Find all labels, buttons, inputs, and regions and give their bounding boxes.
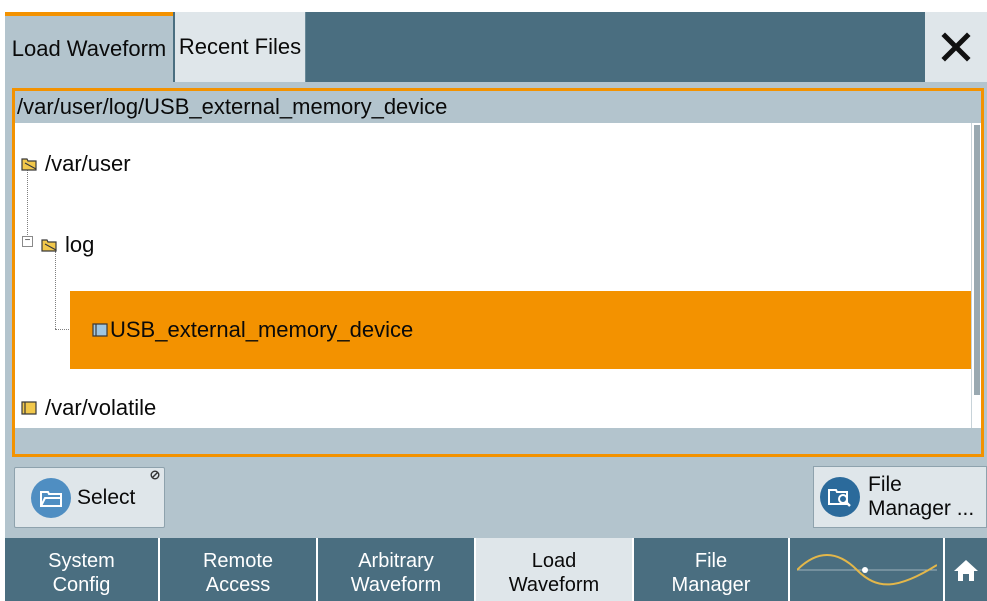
select-button[interactable]: Select <box>14 467 165 528</box>
tab-label: Load Waveform <box>11 36 167 61</box>
folder-open-icon <box>41 239 57 252</box>
folder-open-icon <box>31 477 71 518</box>
task-line2: Waveform <box>508 573 600 596</box>
title-bar: Load Waveform Recent Files <box>5 12 987 82</box>
tab-load-waveform[interactable]: Load Waveform <box>5 12 173 82</box>
tree-node-log[interactable]: log <box>41 230 94 260</box>
task-line2: Waveform <box>350 573 442 596</box>
horizontal-strip <box>15 428 981 454</box>
taskbar-arbitrary-waveform[interactable]: Arbitrary Waveform <box>318 538 476 601</box>
file-manager-line1: File <box>868 473 902 496</box>
tab-recent-files[interactable]: Recent Files <box>175 12 306 82</box>
current-path: /var/user/log/USB_external_memory_device <box>15 91 981 123</box>
task-line1: Arbitrary <box>358 549 434 572</box>
folder-search-icon <box>820 477 860 517</box>
sine-wave-icon <box>796 553 937 585</box>
taskbar-remote-access[interactable]: Remote Access <box>160 538 318 601</box>
no-entry-icon <box>150 470 160 480</box>
file-manager-button[interactable]: File Manager ... <box>813 466 987 528</box>
task-line2: Manager <box>671 573 751 596</box>
taskbar: System Config Remote Access Arbitrary Wavef… <box>0 538 987 601</box>
tree-view[interactable]: − /var/user log USB_external_memory_devi… <box>15 123 980 428</box>
taskbar-signal-view[interactable] <box>790 538 945 601</box>
task-line1: Load <box>531 549 577 572</box>
collapse-toggle[interactable]: − <box>22 236 33 247</box>
task-line2: Access <box>205 573 271 596</box>
task-line2: Config <box>52 573 111 596</box>
close-icon <box>941 32 971 62</box>
folder-icon <box>92 323 108 337</box>
folder-open-icon <box>21 158 37 171</box>
taskbar-file-manager[interactable]: File Manager <box>634 538 790 601</box>
task-line1: System <box>48 549 115 572</box>
node-label: log <box>65 232 95 257</box>
taskbar-system-config[interactable]: System Config <box>5 538 160 601</box>
action-bar: Select File Manager ... <box>5 458 987 538</box>
select-label: Select <box>77 485 136 509</box>
vertical-scrollbar[interactable] <box>971 123 981 428</box>
tree-node-var-volatile[interactable]: /var/volatile <box>21 393 156 423</box>
scrollbar-thumb[interactable] <box>974 125 980 395</box>
taskbar-home[interactable] <box>945 538 987 601</box>
taskbar-load-waveform[interactable]: Load Waveform <box>476 538 634 601</box>
task-line1: File <box>694 549 728 572</box>
node-label: USB_external_memory_device <box>110 317 414 342</box>
close-button[interactable] <box>925 12 987 82</box>
file-manager-label: File Manager ... <box>868 473 974 521</box>
folder-icon <box>21 401 37 415</box>
file-tree[interactable]: /var/user/log/USB_external_memory_device… <box>12 88 984 457</box>
tree-node-var-user[interactable]: /var/user <box>21 149 131 179</box>
tab-label: Recent Files <box>178 34 302 59</box>
home-icon <box>954 559 978 581</box>
task-line1: Remote <box>202 549 274 572</box>
header: Load Waveform Recent Files <box>0 0 987 82</box>
tree-connector <box>55 251 56 329</box>
node-label: /var/volatile <box>45 395 157 420</box>
file-manager-line2: Manager ... <box>868 497 975 520</box>
tree-node-usb-device[interactable]: USB_external_memory_device <box>70 291 980 369</box>
node-label: /var/user <box>45 151 131 176</box>
file-browser-panel: /var/user/log/USB_external_memory_device… <box>5 82 987 458</box>
